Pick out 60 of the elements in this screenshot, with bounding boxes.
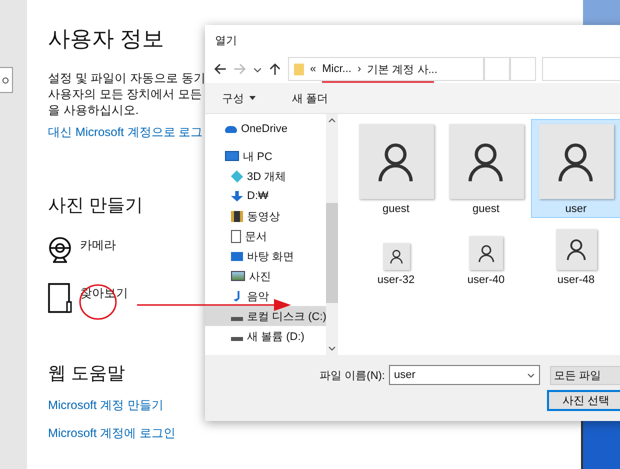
nav-item[interactable]: 새 볼륨 (D:): [205, 326, 326, 346]
file-type-dropdown[interactable]: 모든 파일: [550, 366, 620, 384]
nav-item[interactable]: OneDrive: [205, 119, 326, 139]
webcam-icon[interactable]: [48, 235, 72, 265]
breadcrumb-segment[interactable]: Micr...: [322, 63, 352, 75]
nav-item[interactable]: 사진: [205, 266, 326, 286]
file-item[interactable]: user-40: [441, 216, 531, 288]
dialog-title: 열기: [214, 34, 238, 49]
description-text: 설정 및 파일이 자동으로 동기: [48, 70, 206, 86]
nav-item[interactable]: 문서: [205, 226, 326, 246]
background-window: [583, 0, 620, 25]
file-item[interactable]: user-32: [351, 216, 441, 288]
doc-icon: [231, 230, 241, 242]
breadcrumb-separator: ›: [357, 63, 362, 75]
file-name-label: 파일 이름(N):: [320, 368, 385, 382]
folder-icon[interactable]: [48, 283, 72, 313]
chevron-down-icon[interactable]: [527, 372, 535, 378]
nav-item[interactable]: 음악: [205, 286, 326, 306]
up-arrow-icon[interactable]: [268, 62, 282, 76]
breadcrumb-overflow[interactable]: «: [310, 63, 316, 75]
cloud-icon: [225, 126, 237, 132]
scrollbar[interactable]: [326, 114, 338, 355]
toolbar-button[interactable]: 구성: [222, 90, 256, 106]
section-title: 사진 만들기: [48, 194, 144, 217]
cube-icon: [230, 170, 244, 182]
nav-item[interactable]: 내 PC: [205, 146, 326, 166]
help-link[interactable]: Microsoft 계정 만들기: [48, 397, 164, 413]
nav-item[interactable]: 동영상: [205, 206, 326, 226]
scroll-down-icon[interactable]: [328, 346, 336, 351]
search-field[interactable]: [0, 67, 13, 93]
video-icon: [231, 210, 243, 222]
page-title: 사용자 정보: [48, 25, 164, 53]
description-text: 을 사용하십시오.: [48, 102, 140, 118]
file-item[interactable]: user: [531, 119, 620, 218]
help-link[interactable]: Microsoft 계정에 로그인: [48, 425, 176, 441]
desktop-icon: [231, 252, 243, 260]
section-title: 웹 도움말: [48, 362, 126, 385]
description-text: 사용자의 모든 장치에서 모든: [48, 86, 204, 102]
folder-icon: [294, 62, 304, 76]
background-window: [581, 420, 620, 469]
camera-option[interactable]: 카메라: [80, 237, 116, 253]
breadcrumb-segment[interactable]: 기본 계정 사...: [367, 62, 438, 76]
scroll-up-icon[interactable]: [328, 118, 336, 123]
sign-in-link[interactable]: 대신 Microsoft 계정으로 로그: [48, 124, 203, 140]
nav-item[interactable]: 3D 개체: [205, 166, 326, 186]
person-icon: [476, 244, 496, 262]
address-bar[interactable]: « Micr... › 기본 계정 사...: [288, 57, 484, 81]
toolbar-button[interactable]: 새 폴더: [292, 90, 328, 106]
file-item[interactable]: user-48: [531, 216, 620, 288]
select-photo-button[interactable]: 사진 선택: [547, 390, 620, 411]
nav-item[interactable]: D:₩: [205, 186, 326, 206]
back-arrow-icon[interactable]: [213, 62, 227, 76]
picture-icon: [231, 271, 245, 281]
person-icon: [388, 249, 404, 264]
pc-icon: [225, 151, 239, 161]
search-icon: [2, 76, 9, 84]
file-name-field[interactable]: user: [389, 365, 540, 385]
nav-item[interactable]: 바탕 화면: [205, 246, 326, 266]
nav-item[interactable]: 로컬 디스크 (C:): [205, 306, 326, 326]
person-icon: [564, 238, 588, 261]
